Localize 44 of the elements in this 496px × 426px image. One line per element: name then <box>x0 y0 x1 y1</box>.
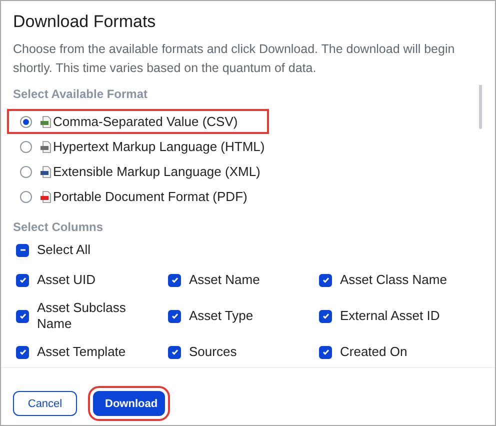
format-option[interactable]: Comma-Separated Value (CSV) <box>7 109 269 134</box>
column-checkbox[interactable]: Asset Name <box>165 264 316 296</box>
check-icon <box>18 311 28 321</box>
column-checkbox[interactable]: Asset Type <box>165 300 316 332</box>
check-icon <box>18 275 28 285</box>
checkbox[interactable] <box>319 274 332 286</box>
download-button[interactable]: Download <box>93 391 165 416</box>
column-checkbox[interactable]: Sources <box>165 336 316 367</box>
check-icon <box>170 275 180 285</box>
radio-button[interactable] <box>20 116 32 128</box>
radio-button[interactable] <box>20 190 32 202</box>
scrollbar[interactable] <box>479 85 482 129</box>
checkbox[interactable] <box>168 310 181 322</box>
checkbox[interactable] <box>168 274 181 286</box>
checkbox[interactable] <box>16 346 29 358</box>
checkbox[interactable] <box>168 346 181 358</box>
section-label: Select Available Format <box>13 86 148 103</box>
check-icon <box>170 311 180 321</box>
check-icon <box>170 347 180 357</box>
radio-button[interactable] <box>20 166 32 178</box>
column-checkbox[interactable]: Created On <box>316 336 476 367</box>
column-checkbox[interactable]: Asset Template <box>13 336 165 367</box>
check-icon <box>320 347 330 357</box>
format-option[interactable]: Portable Document Format (PDF) <box>7 184 260 209</box>
dialog-title: Download Formats <box>13 11 157 33</box>
check-icon <box>320 275 330 285</box>
check-icon <box>18 347 28 357</box>
column-checkbox[interactable]: External Asset ID <box>316 300 476 332</box>
section-label: Select Columns <box>13 219 104 236</box>
column-checkbox[interactable]: Asset Class Name <box>316 264 476 296</box>
checkbox[interactable] <box>16 310 29 322</box>
format-option[interactable]: Extensible Markup Language (XML) <box>7 159 272 184</box>
column-checkbox[interactable]: Asset Subclass Name <box>13 300 165 332</box>
radio-button[interactable] <box>20 140 32 152</box>
checkbox[interactable] <box>16 274 29 286</box>
checkbox[interactable] <box>319 346 332 358</box>
format-option[interactable]: Hypertext Markup Language (HTML) <box>7 134 277 159</box>
checkbox[interactable] <box>319 310 332 322</box>
cancel-button[interactable]: Cancel <box>13 391 77 416</box>
select-all-checkbox[interactable]: Select All <box>13 240 90 260</box>
column-checkbox[interactable]: Asset UID <box>13 264 165 296</box>
checkbox[interactable] <box>16 244 29 256</box>
check-icon <box>320 311 330 321</box>
dialog-description: Choose from the available formats and click Download. The download will begin shortly. This time varies based on the quantum of data. <box>13 41 455 77</box>
